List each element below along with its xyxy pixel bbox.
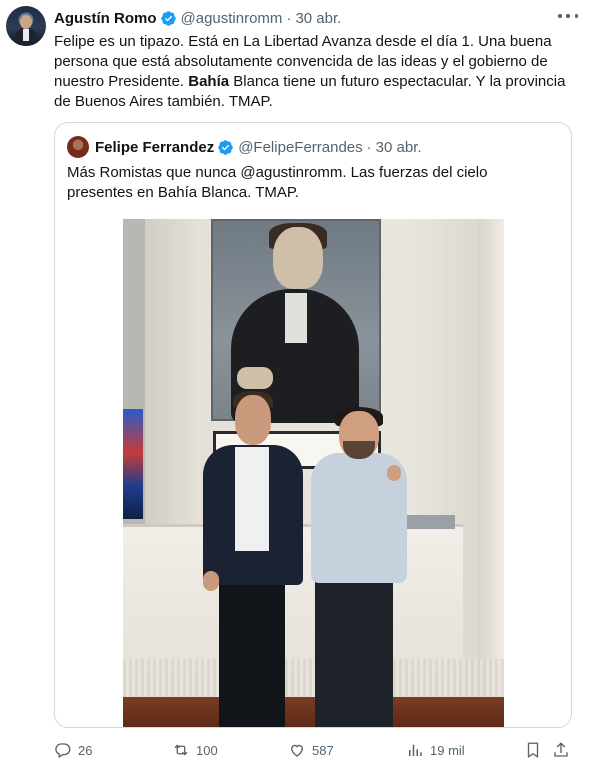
reply-icon bbox=[55, 743, 71, 758]
quote-author-name: Felipe Ferrandez bbox=[95, 138, 215, 156]
reply-button[interactable]: 26 bbox=[54, 741, 92, 759]
views-button[interactable]: 19 mil bbox=[406, 741, 465, 759]
quote-author-handle: @FelipeFerrandes bbox=[238, 138, 363, 156]
author-handle[interactable]: @agustinromm bbox=[181, 10, 283, 27]
tweet-actions: 26 100 587 19 mil bbox=[54, 738, 574, 764]
tweet-header: Agustín Romo @agustinromm · 30 abr. bbox=[54, 8, 582, 28]
bookmark-button[interactable] bbox=[524, 741, 542, 759]
tweet-text: Felipe es un tipazo. Está en La Libertad… bbox=[54, 32, 574, 112]
repost-count: 100 bbox=[196, 742, 218, 758]
author-name[interactable]: Agustín Romo bbox=[54, 10, 157, 27]
separator: · bbox=[286, 9, 292, 27]
share-button[interactable] bbox=[552, 741, 570, 759]
share-icon bbox=[554, 742, 568, 757]
separator: · bbox=[366, 138, 372, 156]
like-button[interactable]: 587 bbox=[288, 741, 334, 759]
analytics-icon bbox=[409, 744, 422, 756]
quote-author-avatar bbox=[67, 136, 89, 158]
more-options-icon[interactable] bbox=[558, 8, 578, 24]
verified-badge-icon bbox=[160, 10, 177, 27]
author-avatar[interactable] bbox=[6, 6, 46, 46]
quote-date: 30 abr. bbox=[375, 138, 422, 156]
bookmark-icon bbox=[527, 742, 539, 759]
verified-badge-icon bbox=[217, 139, 234, 156]
tweet-date[interactable]: 30 abr. bbox=[295, 10, 341, 27]
heart-icon bbox=[291, 744, 303, 757]
like-count: 587 bbox=[312, 742, 334, 758]
wall-portrait bbox=[211, 219, 381, 423]
quote-header: Felipe Ferrandez @FelipeFerrandes · 30 a… bbox=[67, 136, 422, 158]
repost-icon bbox=[174, 744, 188, 756]
quote-photo[interactable] bbox=[123, 219, 504, 727]
reply-count: 26 bbox=[78, 742, 93, 758]
repost-button[interactable]: 100 bbox=[172, 741, 218, 759]
tv-screen bbox=[123, 409, 143, 519]
views-count: 19 mil bbox=[430, 742, 465, 758]
tweet-text-bold: Bahía bbox=[188, 73, 230, 90]
quoted-tweet[interactable]: Felipe Ferrandez @FelipeFerrandes · 30 a… bbox=[54, 122, 572, 728]
quote-text: Más Romistas que nunca @agustinromm. Las… bbox=[67, 164, 488, 201]
